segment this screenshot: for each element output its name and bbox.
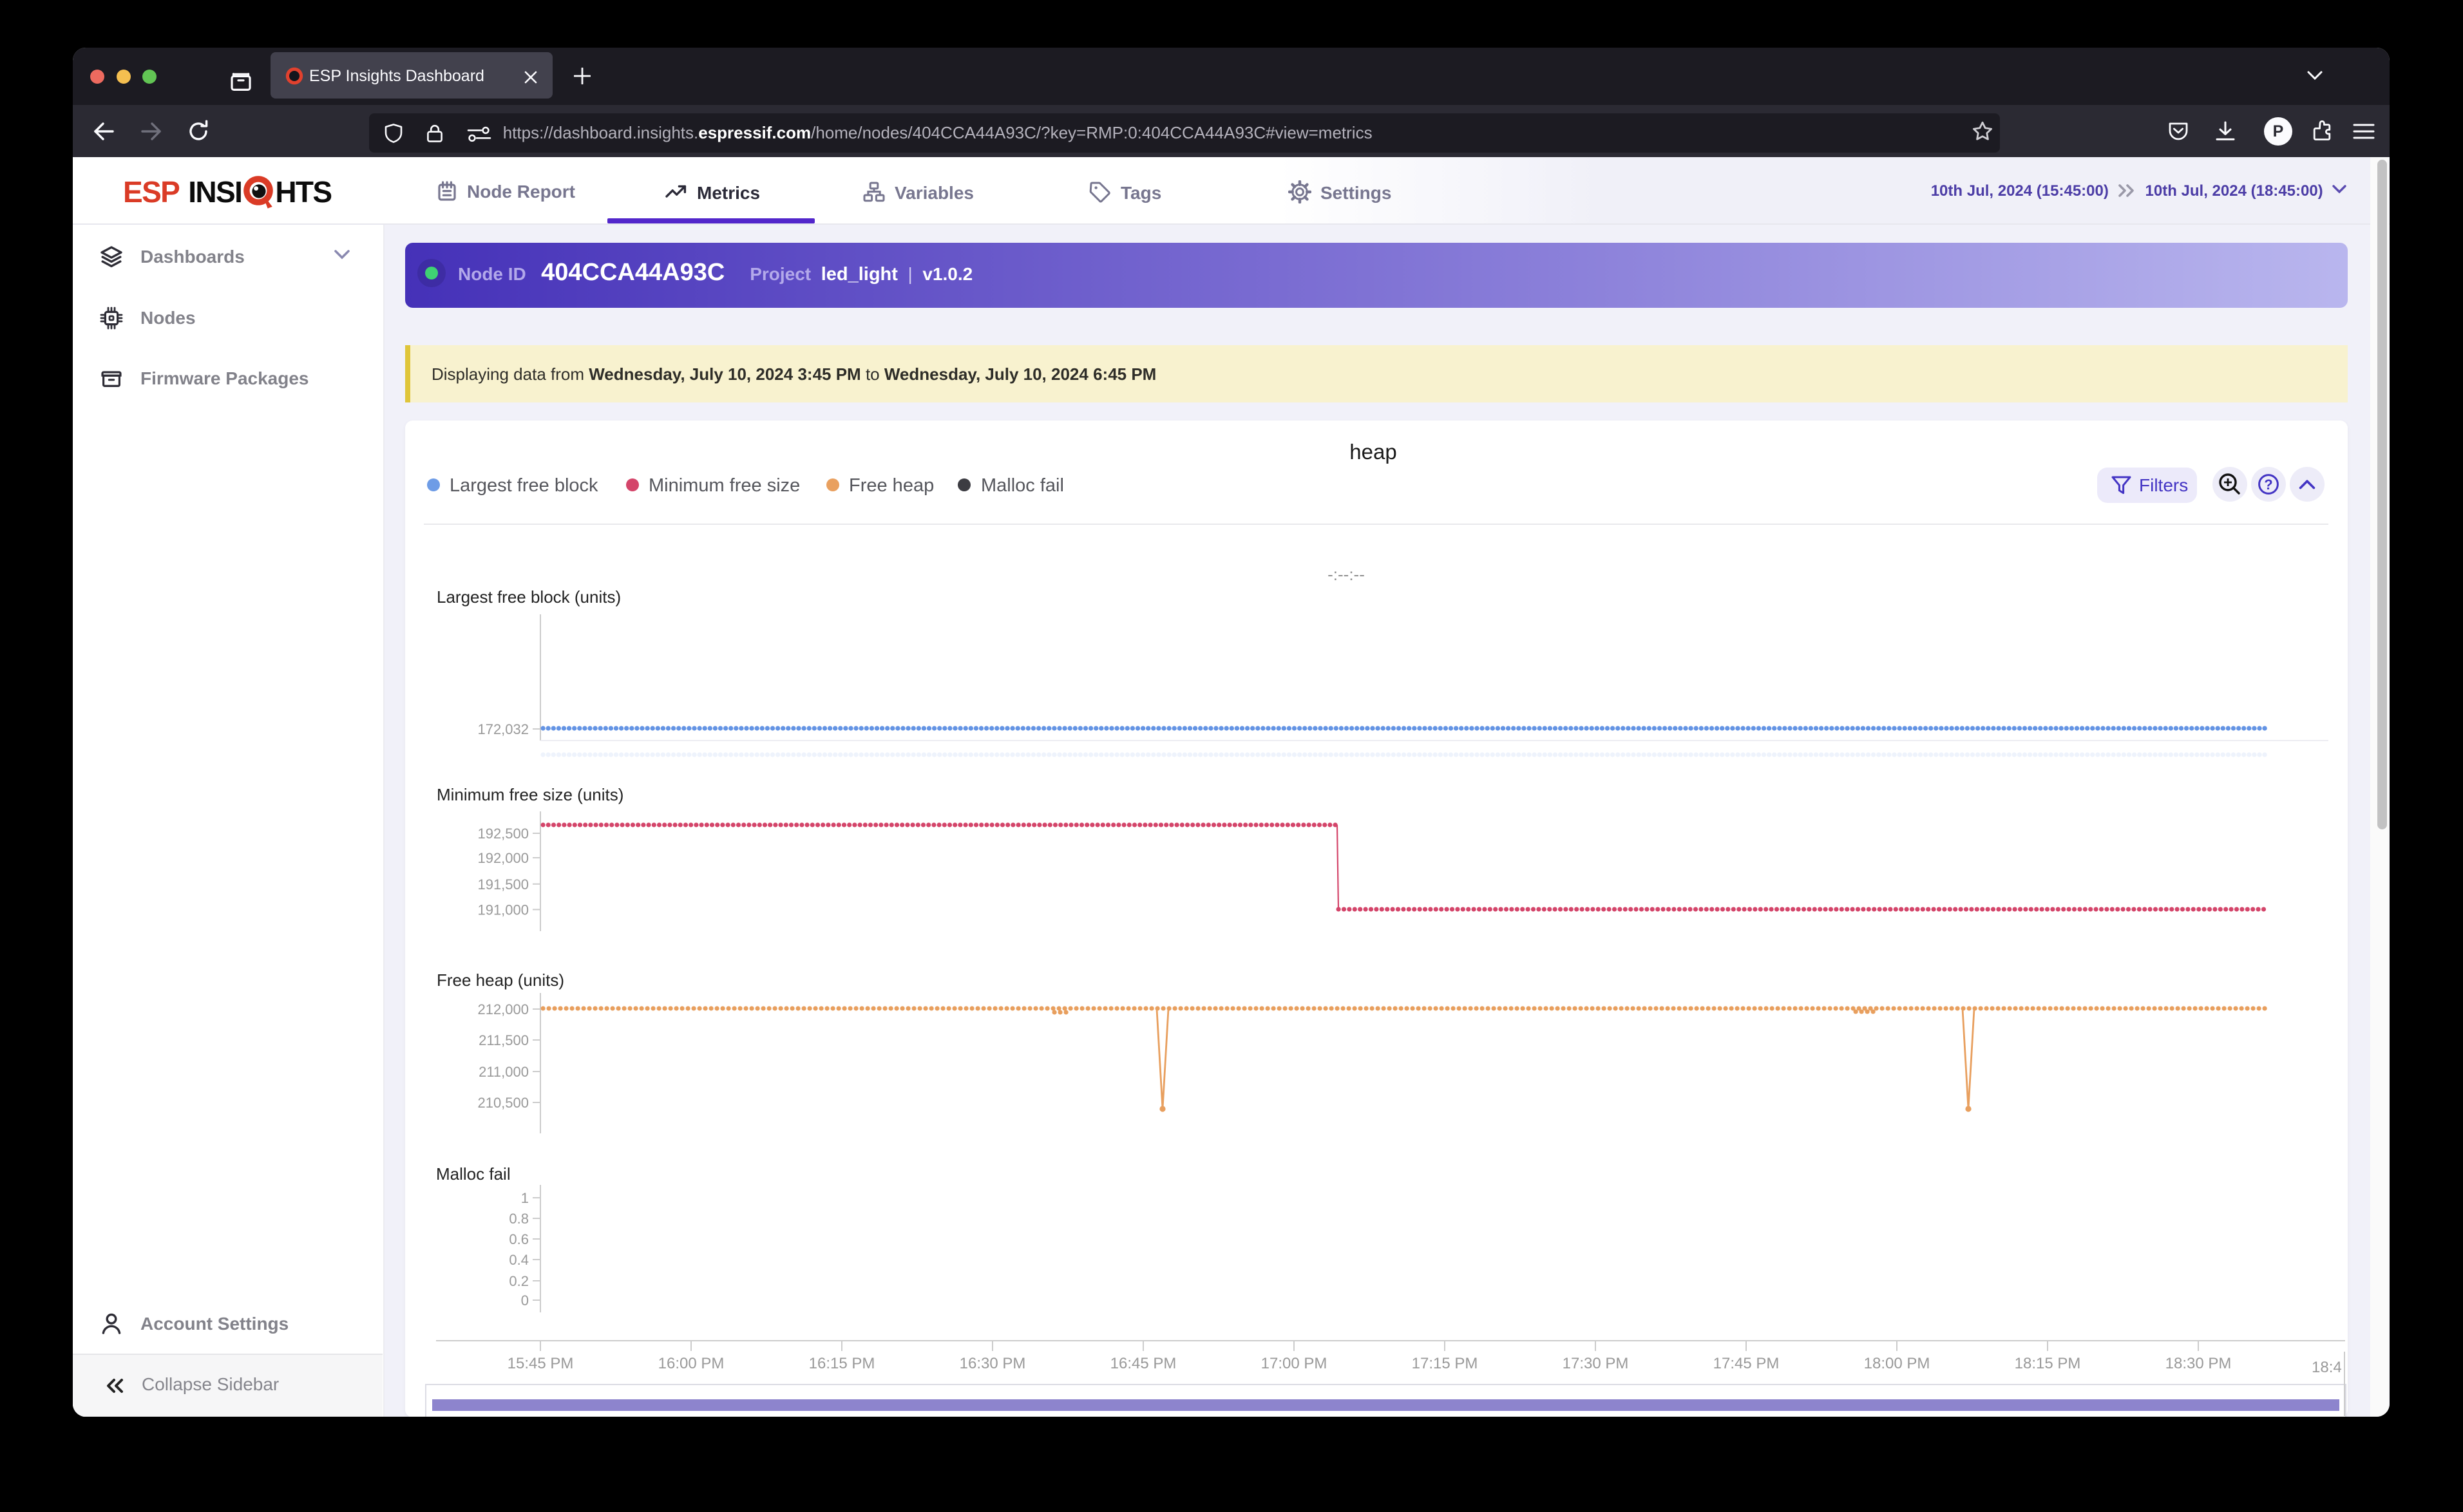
svg-text:16:45 PM: 16:45 PM	[1110, 1355, 1177, 1372]
svg-text:172,032: 172,032	[477, 721, 529, 737]
svg-text:Minimum free size: Minimum free size	[649, 475, 800, 496]
svg-text:191,500: 191,500	[477, 876, 529, 893]
svg-text:Free heap (units): Free heap (units)	[437, 970, 564, 990]
svg-text:210,500: 210,500	[477, 1095, 529, 1111]
svg-text:-:--:--: -:--:--	[1327, 565, 1365, 584]
svg-text:0.8: 0.8	[509, 1211, 529, 1227]
svg-text:211,000: 211,000	[479, 1064, 529, 1080]
svg-text:17:15 PM: 17:15 PM	[1412, 1355, 1478, 1372]
svg-text:16:30 PM: 16:30 PM	[960, 1355, 1026, 1372]
svg-text:212,000: 212,000	[477, 1001, 529, 1017]
svg-text:0.4: 0.4	[509, 1252, 529, 1268]
svg-text:Filters: Filters	[2139, 475, 2188, 495]
svg-text:191,000: 191,000	[477, 902, 529, 918]
svg-text:0.6: 0.6	[509, 1231, 529, 1247]
svg-text:192,000: 192,000	[477, 850, 529, 866]
svg-text:Malloc fail: Malloc fail	[436, 1164, 511, 1184]
svg-text:18:4: 18:4	[2312, 1359, 2342, 1376]
svg-text:16:00 PM: 16:00 PM	[658, 1355, 725, 1372]
svg-text:Largest free block: Largest free block	[450, 475, 598, 496]
svg-text:17:30 PM: 17:30 PM	[1563, 1355, 1629, 1372]
svg-text:211,500: 211,500	[479, 1032, 529, 1048]
svg-text:Free heap: Free heap	[849, 475, 934, 496]
svg-text:0.2: 0.2	[509, 1273, 529, 1289]
svg-text:?: ?	[2264, 477, 2272, 493]
svg-text:0: 0	[521, 1292, 529, 1309]
svg-text:192,500: 192,500	[477, 826, 529, 842]
svg-text:17:00 PM: 17:00 PM	[1261, 1355, 1327, 1372]
svg-text:Largest free block (units): Largest free block (units)	[437, 587, 621, 607]
svg-text:heap: heap	[1349, 440, 1396, 464]
svg-text:15:45 PM: 15:45 PM	[508, 1355, 574, 1372]
svg-text:18:15 PM: 18:15 PM	[2015, 1355, 2081, 1372]
svg-text:Malloc fail: Malloc fail	[981, 475, 1064, 496]
svg-text:18:00 PM: 18:00 PM	[1864, 1355, 1930, 1372]
svg-text:18:30 PM: 18:30 PM	[2165, 1355, 2232, 1372]
svg-text:1: 1	[521, 1190, 529, 1206]
svg-text:16:15 PM: 16:15 PM	[809, 1355, 875, 1372]
svg-text:17:45 PM: 17:45 PM	[1713, 1355, 1780, 1372]
svg-text:Minimum free size (units): Minimum free size (units)	[437, 785, 623, 804]
